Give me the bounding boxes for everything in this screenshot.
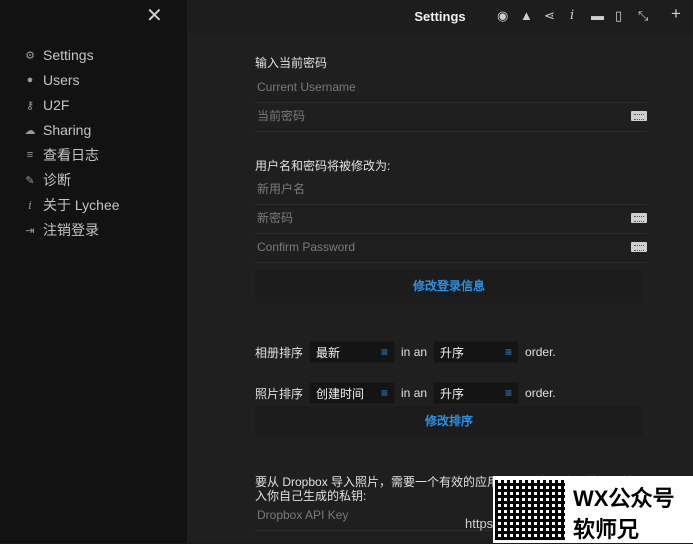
photo-order-select[interactable]: 升序 ≡ — [433, 382, 520, 404]
change-sorting-button[interactable]: 修改排序 — [255, 406, 643, 436]
fullscreen-icon[interactable]: ⤡ — [638, 9, 648, 23]
in-an-label: in an — [401, 345, 428, 359]
select-menu-icon: ≡ — [505, 386, 513, 400]
album-order-select[interactable]: 升序 ≡ — [433, 341, 520, 363]
list-icon: ≡ — [26, 149, 34, 161]
sidebar-item-label: 注销登录 — [43, 222, 99, 238]
album-sort-label: 相册排序 — [255, 345, 304, 360]
current-username-field — [255, 74, 647, 103]
info-icon: i — [28, 198, 32, 212]
photo-order-value: 升序 — [440, 386, 465, 401]
sidebar-item-u2f[interactable]: ⚷ U2F — [24, 95, 69, 115]
photo-sort-label: 照片排序 — [255, 386, 304, 401]
sidebar-item-diagnostics[interactable]: ✎ 诊断 — [24, 170, 71, 190]
keyboard-icon[interactable] — [631, 213, 647, 223]
sidebar-item-users[interactable]: ● Users — [24, 70, 80, 90]
select-menu-icon: ≡ — [381, 345, 389, 359]
new-username-input[interactable] — [255, 176, 619, 202]
warning-icon[interactable]: ▲ — [520, 9, 533, 23]
photo-sort-row: 照片排序 创建时间 ≡ in an 升序 ≡ order. — [255, 382, 556, 404]
eye-icon[interactable]: ◉ — [497, 9, 508, 23]
sidebar-item-label: Sharing — [43, 122, 92, 138]
sidebar-item-label: Settings — [43, 47, 94, 63]
new-password-field — [255, 205, 647, 234]
confirm-password-field — [255, 234, 647, 263]
album-order-value: 升序 — [440, 345, 465, 360]
key-icon: ⚷ — [25, 99, 35, 112]
new-username-field — [255, 176, 647, 205]
change-credentials-heading: 用户名和密码将被修改为: — [255, 159, 391, 173]
watermark-line1: WX公众号 — [573, 486, 675, 511]
sidebar-item-label: 诊断 — [43, 172, 71, 188]
add-icon[interactable]: + — [671, 5, 681, 22]
new-password-input[interactable] — [255, 205, 619, 231]
order-label: order. — [525, 386, 556, 400]
cloud-icon: ☁ — [24, 124, 36, 137]
dropbox-link-text[interactable]: https — [465, 516, 493, 531]
folder-icon[interactable]: ▬ — [591, 9, 604, 23]
current-password-input[interactable] — [255, 103, 619, 129]
share-icon[interactable]: ⋖ — [544, 9, 555, 23]
qr-code-icon — [495, 480, 565, 540]
in-an-label: in an — [401, 386, 428, 400]
sidebar-item-logout[interactable]: ⇥ 注销登录 — [24, 220, 99, 240]
header-bar: Settings ◉ ▲ ⋖ i ▬ ▯ ⤡ + — [187, 0, 693, 34]
current-password-heading: 输入当前密码 — [255, 56, 328, 70]
album-sort-select[interactable]: 最新 ≡ — [309, 341, 396, 363]
close-icon[interactable]: ✕ — [146, 6, 163, 26]
photo-sort-value: 创建时间 — [316, 386, 365, 401]
select-menu-icon: ≡ — [505, 345, 513, 359]
album-sort-value: 最新 — [316, 345, 341, 360]
user-icon: ● — [26, 74, 34, 86]
keyboard-icon[interactable] — [631, 111, 647, 121]
watermark-line2: 软师兄 — [573, 517, 640, 542]
sidebar-item-label: Users — [43, 72, 80, 88]
watermark-overlay: WX公众号 软师兄 — [493, 476, 693, 543]
sidebar-item-label: U2F — [43, 97, 70, 113]
current-username-input[interactable] — [255, 74, 619, 100]
sign-out-icon: ⇥ — [25, 224, 35, 237]
confirm-password-input[interactable] — [255, 234, 619, 260]
sidebar-item-sharing[interactable]: ☁ Sharing — [24, 120, 92, 140]
sidebar-item-about[interactable]: i 关于 Lychee — [24, 195, 120, 215]
sidebar: ✕ ⚙ Settings ● Users ⚷ U2F ☁ Sharing ≡ 查… — [0, 0, 187, 543]
info-icon[interactable]: i — [570, 9, 574, 23]
keyboard-icon[interactable] — [631, 242, 647, 252]
trash-icon[interactable]: ▯ — [615, 9, 622, 23]
select-menu-icon: ≡ — [381, 386, 389, 400]
photo-sort-select[interactable]: 创建时间 ≡ — [309, 382, 396, 404]
current-password-field — [255, 103, 647, 132]
sidebar-item-settings[interactable]: ⚙ Settings — [24, 45, 94, 65]
sidebar-item-logs[interactable]: ≡ 查看日志 — [24, 145, 99, 165]
gear-icon: ⚙ — [25, 49, 35, 62]
wrench-icon: ✎ — [25, 174, 35, 187]
change-login-button[interactable]: 修改登录信息 — [255, 270, 643, 303]
order-label: order. — [525, 345, 556, 359]
sidebar-item-label: 查看日志 — [43, 147, 99, 163]
sidebar-item-label: 关于 Lychee — [43, 197, 120, 213]
album-sort-row: 相册排序 最新 ≡ in an 升序 ≡ order. — [255, 341, 556, 363]
